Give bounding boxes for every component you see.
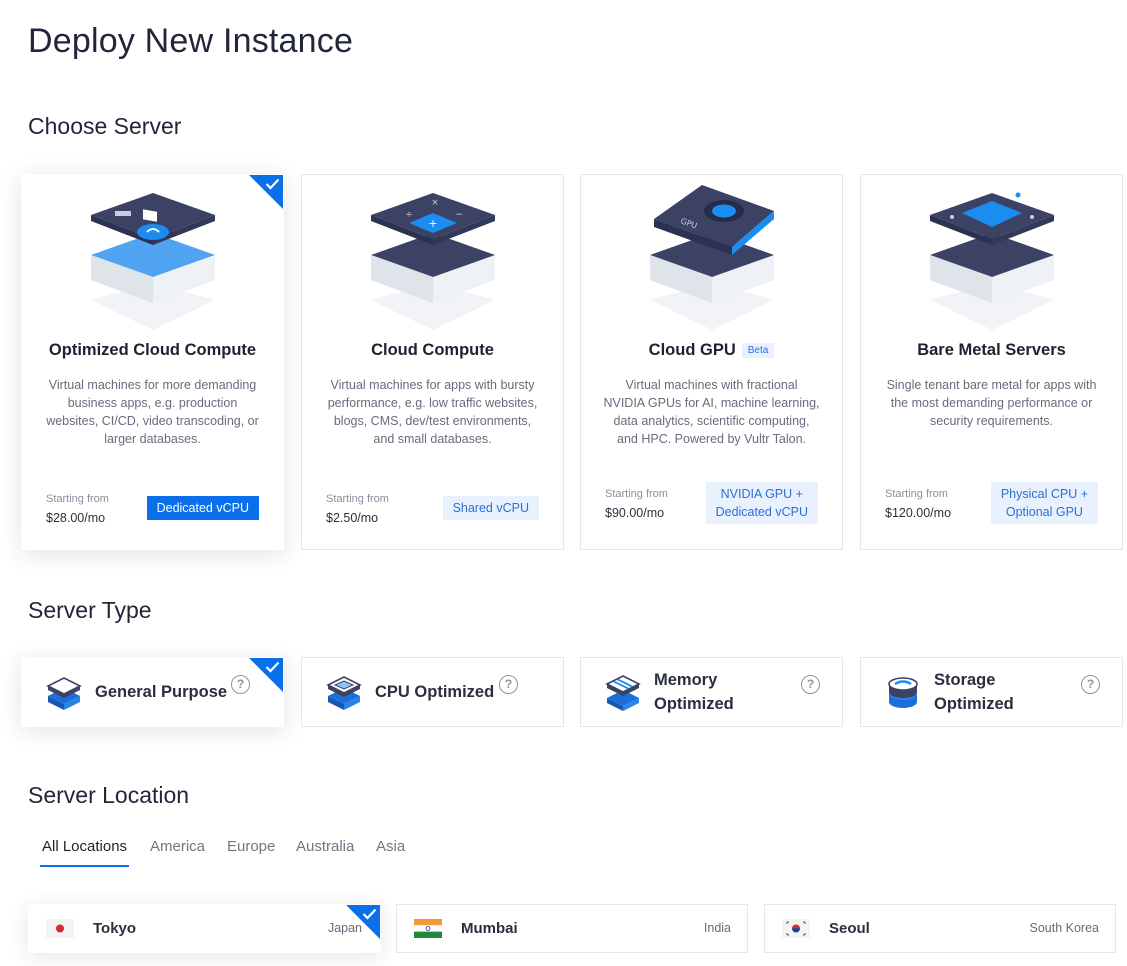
japan-flag-icon (46, 919, 74, 938)
server-type-label-line: Optimized (934, 695, 1014, 713)
server-card-description: Virtual machines for more demanding busi… (46, 378, 259, 446)
location-card-mumbai[interactable]: Mumbai India (396, 904, 748, 953)
page-title: Deploy New Instance (28, 22, 354, 60)
help-icon[interactable]: ? (801, 675, 820, 694)
cpu-chip-icon (326, 676, 362, 710)
help-icon[interactable]: ? (231, 675, 250, 694)
server-card-description: Virtual machines for apps with bursty pe… (327, 378, 538, 446)
cpu-type-tag: NVIDIA GPU + Dedicated vCPU (705, 482, 818, 524)
selected-check-icon (249, 175, 283, 209)
location-city: Mumbai (461, 920, 518, 937)
cpu-tag-line: NVIDIA GPU + (720, 487, 803, 501)
server-type-label: Memory Optimized (654, 658, 764, 726)
price-block: Starting from $2.50/mo (326, 493, 389, 525)
server-type-cpu-optimized[interactable]: CPU Optimized ? (301, 657, 564, 727)
stack-layers-icon (46, 677, 82, 710)
price-value: $28.00/mo (46, 511, 106, 525)
india-flag-icon (414, 919, 442, 938)
server-type-label: CPU Optimized (375, 683, 495, 701)
tab-europe[interactable]: Europe (227, 838, 275, 865)
server-type-label-line: Storage (934, 671, 996, 689)
location-country: South Korea (1029, 921, 1100, 935)
server-card-cloud-gpu[interactable]: GPU Cloud GPU Beta Virtual machines with … (580, 174, 843, 550)
choose-server-heading: Choose Server (28, 113, 182, 139)
svg-text:÷: ÷ (405, 210, 413, 220)
server-type-storage-optimized[interactable]: Storage Optimized ? (860, 657, 1123, 727)
server-card-cloud-compute[interactable]: + × ÷ − Cloud Compute Virtual machines f… (301, 174, 564, 550)
price-block: Starting from $28.00/mo (46, 493, 109, 525)
south-korea-flag-icon (782, 919, 810, 938)
storage-disk-icon (888, 677, 918, 708)
price-value: $2.50/mo (326, 511, 379, 525)
cpu-tag-line: Dedicated vCPU (715, 505, 808, 519)
server-card-title: Bare Metal Servers (917, 341, 1066, 359)
server-card-description: Virtual machines with fractional NVIDIA … (603, 378, 820, 446)
server-type-heading: Server Type (28, 597, 152, 623)
cpu-type-tag: Dedicated vCPU (146, 496, 259, 520)
server-type-label-line: Memory (654, 671, 718, 689)
cpu-type-tag: Shared vCPU (442, 496, 539, 520)
memory-module-icon (605, 675, 641, 711)
server-card-bare-metal[interactable]: Bare Metal Servers Single tenant bare me… (860, 174, 1123, 550)
location-city: Seoul (829, 920, 870, 937)
cpu-type-tag: Physical CPU + Optional GPU (990, 482, 1098, 524)
optimized-cloud-compute-illustration (90, 193, 215, 330)
price-block: Starting from $120.00/mo (885, 488, 951, 520)
server-type-label-line: Optimized (654, 695, 734, 713)
price-value: $90.00/mo (605, 506, 665, 520)
tab-australia[interactable]: Australia (296, 838, 354, 865)
server-card-title: Optimized Cloud Compute (48, 341, 257, 359)
svg-text:×: × (431, 198, 439, 208)
cpu-tag-line: Optional GPU (1005, 505, 1083, 519)
server-type-memory-optimized[interactable]: Memory Optimized ? (580, 657, 843, 727)
server-type-general-purpose[interactable]: General Purpose ? (21, 657, 284, 727)
bare-metal-illustration (929, 192, 1054, 330)
cloud-gpu-illustration: GPU (649, 185, 774, 330)
server-location-heading: Server Location (28, 782, 190, 808)
server-card-title: Cloud Compute (371, 341, 494, 359)
svg-text:+: + (428, 217, 437, 230)
price-label: Starting from (326, 493, 389, 505)
server-type-label: Storage Optimized (934, 658, 1044, 726)
cpu-tag-line: Physical CPU + (1000, 487, 1088, 501)
price-label: Starting from (885, 488, 948, 500)
server-card-description: Single tenant bare metal for apps with t… (886, 378, 1097, 428)
price-label: Starting from (46, 493, 109, 505)
server-card-title-text: Cloud GPU (648, 341, 736, 359)
location-card-seoul[interactable]: Seoul South Korea (764, 904, 1116, 953)
tab-asia[interactable]: Asia (376, 838, 405, 865)
price-block: Starting from $90.00/mo (605, 488, 668, 520)
location-card-tokyo[interactable]: Tokyo Japan (28, 904, 381, 953)
location-country: Japan (327, 921, 362, 935)
help-icon[interactable]: ? (499, 675, 518, 694)
beta-badge: Beta (741, 343, 775, 358)
selected-check-icon (249, 658, 283, 692)
tab-america[interactable]: America (150, 838, 205, 865)
server-card-optimized-cloud-compute[interactable]: Optimized Cloud Compute Virtual machines… (21, 174, 284, 550)
price-label: Starting from (605, 488, 668, 500)
tab-all-locations[interactable]: All Locations (40, 838, 130, 867)
location-country: India (703, 921, 731, 935)
price-value: $120.00/mo (885, 506, 952, 520)
server-card-title: Cloud GPU Beta (581, 341, 842, 360)
cloud-compute-illustration: + × ÷ − (370, 193, 495, 330)
server-type-label: General Purpose (95, 683, 228, 701)
svg-text:−: − (455, 210, 463, 220)
location-city: Tokyo (93, 920, 137, 937)
help-icon[interactable]: ? (1081, 675, 1100, 694)
